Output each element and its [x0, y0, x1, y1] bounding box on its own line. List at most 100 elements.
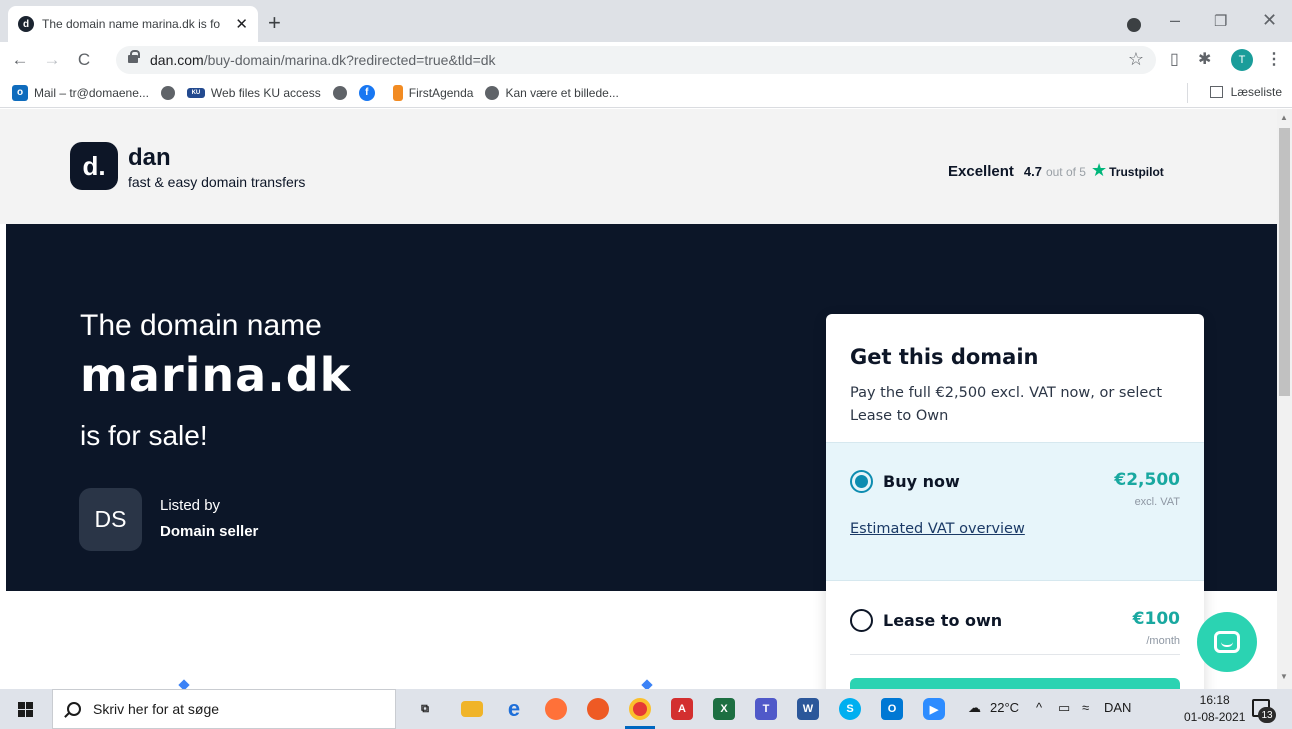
bookmark-mail[interactable]: o Mail – tr@domaene...: [12, 84, 149, 101]
firstagenda-icon: [392, 84, 403, 101]
trustpilot-widget[interactable]: Excellent 4.7 out of 5 ★ Trustpilot: [948, 160, 1164, 181]
bookmark-facebook[interactable]: f: [358, 84, 381, 101]
bookmark-webfiles[interactable]: KU Web files KU access: [186, 85, 321, 100]
chat-icon: [1214, 631, 1240, 653]
browser-toolbar: ← → C dan.com/buy-domain/marina.dk?redir…: [0, 42, 1292, 78]
bookmark-firstagenda[interactable]: FirstAgenda: [392, 84, 473, 101]
tab-close-icon[interactable]: ✕: [235, 15, 248, 33]
buy-now-radio[interactable]: [850, 470, 873, 493]
windows-start-icon[interactable]: [18, 702, 33, 717]
bookmarks-bar: o Mail – tr@domaene... KU Web files KU a…: [0, 78, 1292, 108]
globe-icon: [332, 85, 347, 100]
scroll-down-icon[interactable]: ▼: [1280, 672, 1288, 681]
outlook-icon[interactable]: O: [881, 698, 903, 720]
address-bar[interactable]: dan.com/buy-domain/marina.dk?redirected=…: [116, 46, 1156, 74]
vat-overview-link[interactable]: Estimated VAT overview: [850, 521, 1025, 537]
bookmark-globe-1[interactable]: [160, 85, 175, 100]
buy-now-note: excl. VAT: [1134, 496, 1180, 508]
excel-icon[interactable]: X: [713, 698, 735, 720]
forward-icon[interactable]: →: [40, 50, 64, 70]
page-icon[interactable]: ▯: [1170, 49, 1179, 69]
restore-icon[interactable]: ❐: [1214, 12, 1227, 30]
trustpilot-label: Trustpilot: [1109, 165, 1164, 179]
bookmark-label: Kan være et billede...: [505, 85, 619, 100]
hero-domain: marina.dk: [80, 348, 352, 402]
trust-rating: 4.7: [1023, 164, 1042, 179]
acrobat-icon[interactable]: A: [671, 698, 693, 720]
globe-icon: [160, 85, 175, 100]
weather-icon[interactable]: ☁: [968, 700, 981, 716]
lock-icon[interactable]: [128, 49, 140, 66]
language-indicator[interactable]: DAN: [1104, 700, 1131, 715]
taskbar-search[interactable]: Skriv her for at søge: [52, 689, 396, 729]
zoom-icon[interactable]: ▶: [923, 698, 945, 720]
page-viewport: d. dan fast & easy domain transfers Exce…: [0, 109, 1277, 689]
bookmark-star-icon[interactable]: ☆: [1128, 49, 1144, 70]
battery-icon[interactable]: ▭: [1058, 700, 1070, 716]
bookmark-image[interactable]: Kan være et billede...: [485, 85, 619, 100]
card-title: Get this domain: [850, 345, 1039, 369]
tab-title: The domain name marina.dk is fo: [42, 17, 221, 31]
decoration-diamond: [178, 679, 190, 689]
teams-icon[interactable]: T: [755, 698, 777, 720]
file-explorer-icon[interactable]: [461, 701, 483, 717]
buy-now-label[interactable]: Buy now: [883, 472, 960, 491]
decoration-diamond: [641, 679, 653, 689]
profile-avatar[interactable]: T: [1231, 49, 1253, 71]
url-host: dan.com: [150, 52, 204, 68]
wifi-icon[interactable]: ≈: [1082, 700, 1089, 715]
chat-launcher-button[interactable]: [1197, 612, 1257, 672]
windows-taskbar: Skriv her for at søge ⧉ e A X T W S O ▶ …: [0, 689, 1292, 729]
hero-line-3: is for sale!: [80, 420, 208, 451]
edge-legacy-icon[interactable]: e: [503, 696, 525, 721]
site-header: d. dan fast & easy domain transfers Exce…: [0, 109, 1277, 224]
search-icon: [67, 702, 81, 716]
search-placeholder: Skriv her for at søge: [93, 701, 220, 717]
lease-price: €100: [1132, 609, 1180, 629]
extensions-icon[interactable]: ✱: [1198, 49, 1211, 69]
trust-word: Excellent: [948, 163, 1014, 180]
clock-time: 16:18: [1199, 693, 1230, 707]
notification-count: 13: [1258, 707, 1276, 723]
checkout-button[interactable]: [850, 678, 1180, 689]
scrollbar-thumb[interactable]: [1279, 128, 1290, 396]
minimize-icon[interactable]: –: [1170, 10, 1180, 31]
card-subtitle: Pay the full €2,500 excl. VAT now, or se…: [850, 385, 1163, 424]
scroll-up-icon[interactable]: ▲: [1280, 113, 1288, 122]
reload-icon[interactable]: C: [72, 50, 96, 70]
skype-icon[interactable]: S: [839, 698, 861, 720]
bookmark-label: Mail – tr@domaene...: [34, 85, 149, 100]
outlook-icon: o: [12, 84, 28, 101]
trust-outof: out of 5: [1045, 165, 1086, 179]
chrome-icon[interactable]: [629, 698, 651, 720]
browser-tabstrip: d The domain name marina.dk is fo ✕ + – …: [0, 0, 1292, 42]
menu-dots-icon[interactable]: ⋮: [1266, 49, 1282, 69]
new-tab-button[interactable]: +: [268, 10, 281, 36]
option-buy-now[interactable]: Buy now €2,500 excl. VAT Estimated VAT o…: [826, 442, 1204, 581]
app-icon[interactable]: [587, 698, 609, 720]
option-lease-to-own[interactable]: Lease to own €100 /month: [826, 582, 1204, 689]
trustpilot-star-icon: ★: [1090, 160, 1108, 180]
word-icon[interactable]: W: [797, 698, 819, 720]
firefox-icon[interactable]: [545, 698, 567, 720]
reading-list-button[interactable]: Læseliste: [1209, 85, 1282, 99]
hero-line-1: The domain name: [80, 309, 322, 342]
lease-label[interactable]: Lease to own: [883, 611, 1002, 630]
weather-temp[interactable]: 22°C: [990, 700, 1019, 715]
bookmark-label: Web files KU access: [210, 85, 321, 100]
back-icon[interactable]: ←: [8, 50, 32, 70]
bookmark-globe-2[interactable]: [332, 85, 347, 100]
window-close-icon[interactable]: ✕: [1262, 10, 1277, 31]
browser-tab-active[interactable]: d The domain name marina.dk is fo ✕: [8, 6, 258, 42]
brand-name[interactable]: dan: [128, 144, 171, 172]
purchase-card: Get this domain Pay the full €2,500 excl…: [826, 314, 1204, 689]
record-indicator-icon[interactable]: [1127, 18, 1141, 32]
dan-logo-icon[interactable]: d.: [70, 142, 118, 190]
task-view-icon[interactable]: ⧉: [414, 698, 436, 720]
tray-chevron-icon[interactable]: ^: [1036, 700, 1042, 715]
lease-radio[interactable]: [850, 609, 873, 632]
brand-tagline: fast & easy domain transfers: [128, 174, 306, 190]
taskbar-clock[interactable]: 16:18 01-08-2021: [1184, 692, 1245, 726]
seller-avatar: DS: [79, 488, 142, 551]
webfiles-icon: KU: [186, 87, 205, 98]
